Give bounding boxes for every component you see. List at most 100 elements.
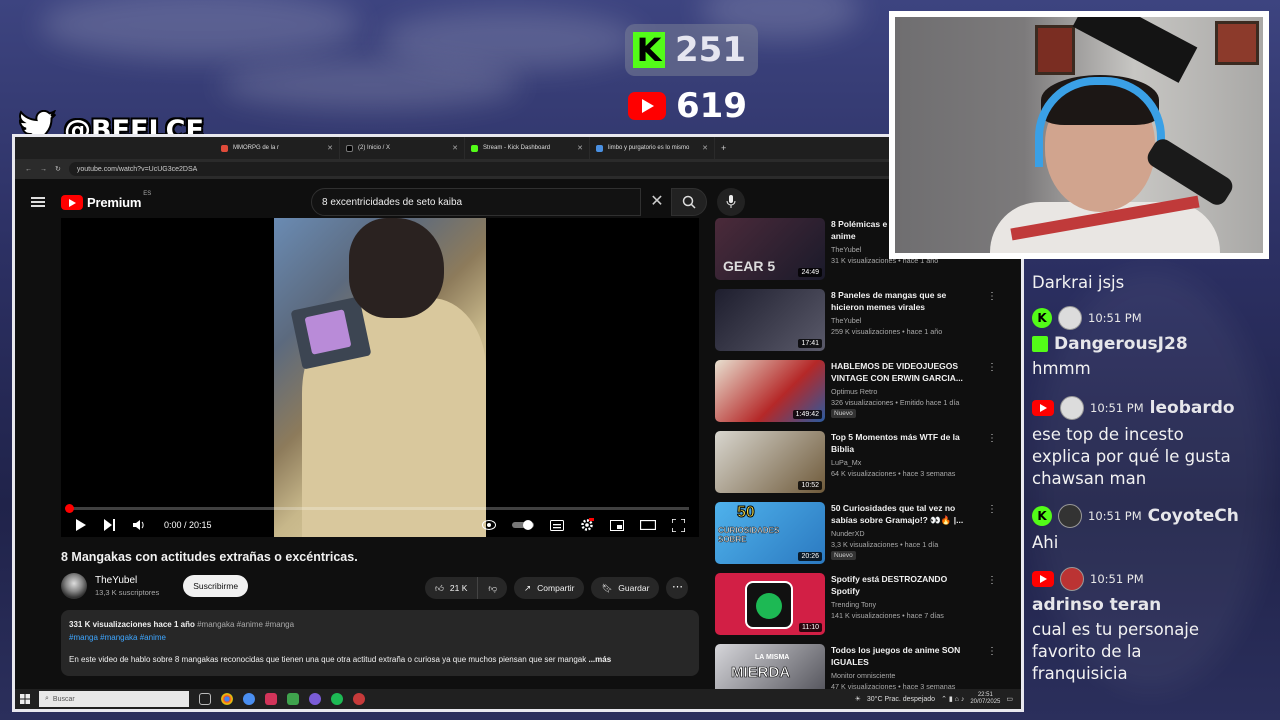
reload-icon[interactable]: ↻ <box>55 165 61 173</box>
recommended-video[interactable]: 10:52 Top 5 Momentos más WTF de la Biblia… <box>715 431 1005 499</box>
search-button[interactable] <box>671 188 707 216</box>
subtitles-icon[interactable] <box>550 519 564 531</box>
rec-channel: Monitor omnisciente <box>831 671 896 680</box>
close-tab-icon[interactable]: ✕ <box>327 144 333 152</box>
chrome-icon[interactable] <box>221 693 233 705</box>
rec-title-line2: sabías sobre Gramajo!? 👀🔥 |... <box>831 515 964 525</box>
view-count: 331 K visualizaciones <box>69 620 152 629</box>
menu-hamburger-icon[interactable] <box>31 197 45 207</box>
hashtags[interactable]: #manga #mangaka #anime <box>69 631 691 644</box>
close-tab-icon[interactable]: ✕ <box>452 144 458 152</box>
tray-icons[interactable]: ⌃ ▮ ⌂ ♪ <box>941 695 964 703</box>
play-icon[interactable] <box>75 519 86 531</box>
youtube-badge-icon <box>1032 400 1054 416</box>
video-thumbnail[interactable]: 1:49:42 <box>715 360 825 422</box>
recommended-video[interactable]: 17:41 8 Paneles de mangas que se hicieron… <box>715 289 1005 357</box>
more-options-icon[interactable]: ⋮ <box>987 433 997 444</box>
autoplay-toggle[interactable] <box>512 520 534 530</box>
recommendations-list: GEAR 5 24:49 8 Polémicas e anime TheYubel… <box>715 218 1005 709</box>
share-button[interactable]: ↗ Compartir <box>514 577 585 599</box>
browser-tab[interactable]: MMORPG de la r ✕ <box>215 137 340 159</box>
chat-text: cual es tu personaje favorito de la franqu… <box>1032 619 1199 685</box>
spotify-icon[interactable] <box>331 693 343 705</box>
close-tab-icon[interactable]: ✕ <box>702 144 708 152</box>
next-icon[interactable] <box>104 519 115 531</box>
taskbar-clock[interactable]: 22:51 20/07/2025 <box>970 692 1000 706</box>
recommended-video[interactable]: 50 CURIOSIDADES SOBRE 20:26 50 Curiosida… <box>715 502 1005 570</box>
channel-name[interactable]: TheYubel <box>95 575 159 586</box>
more-options-icon[interactable]: ⋮ <box>987 646 997 657</box>
chat-text: ese top de incesto explica por qué le gus… <box>1032 424 1235 490</box>
progress-scrubber[interactable] <box>65 504 74 513</box>
video-description[interactable]: 331 K visualizaciones hace 1 año #mangak… <box>61 610 699 676</box>
chat-text-line: explica por qué le gusta <box>1032 447 1231 466</box>
rec-title-line2: hicieron memes virales <box>831 302 926 312</box>
recommended-video[interactable]: 11:10 Spotify está DESTROZANDO Spotify Tr… <box>715 573 1005 641</box>
save-button[interactable]: 🔖︎ Guardar <box>591 577 660 599</box>
search-input[interactable]: 8 excentricidades de seto kaiba <box>311 188 641 216</box>
app-icon[interactable] <box>243 693 255 705</box>
subscribe-button[interactable]: Suscribirme <box>183 575 249 597</box>
chat-overlay: Darkrai jsjs K 10:51 PM DangerousJ28 hmmm… <box>1024 262 1280 702</box>
chat-message: K 10:51 PM DangerousJ28 hmmm <box>1032 306 1188 380</box>
windows-start-icon[interactable] <box>15 694 35 704</box>
browser-tab[interactable]: limbo y purgatorio es lo mismo ✕ <box>590 137 715 159</box>
voice-search-button[interactable] <box>717 188 745 216</box>
youtube-premium-logo[interactable]: Premium <box>87 195 141 210</box>
more-options-icon[interactable]: ⋮ <box>987 362 997 373</box>
video-title: 8 Mangakas con actitudes extrañas o excé… <box>61 550 358 564</box>
app-icon[interactable] <box>287 693 299 705</box>
browser-tab[interactable]: Stream - Kick Dashboard ✕ <box>465 137 590 159</box>
theater-mode-icon[interactable] <box>640 520 656 530</box>
rec-title-line2: Biblia <box>831 444 855 454</box>
clear-search-icon[interactable]: ✕ <box>643 188 671 216</box>
new-tab-button[interactable]: + <box>715 143 726 153</box>
fullscreen-icon[interactable] <box>672 518 685 532</box>
youtube-logo-icon[interactable] <box>61 194 83 210</box>
show-more-link[interactable]: ...más <box>588 655 611 664</box>
browser-tab[interactable]: (2) Inicio / X ✕ <box>340 137 465 159</box>
miniplayer-icon[interactable] <box>610 519 624 531</box>
rec-title: 8 Paneles de mangas que se <box>831 290 947 300</box>
video-time: 0:00 / 20:15 <box>164 520 212 530</box>
video-player[interactable]: 0:00 / 20:15 <box>61 218 699 537</box>
close-tab-icon[interactable]: ✕ <box>577 144 583 152</box>
back-arrow-icon[interactable]: ← <box>25 166 32 173</box>
more-options-icon[interactable]: ⋮ <box>987 291 997 302</box>
video-thumbnail[interactable]: 10:52 <box>715 431 825 493</box>
forward-arrow-icon[interactable]: → <box>40 166 47 173</box>
tab-favicon-icon <box>346 144 353 152</box>
kick-viewer-counter: K 251 <box>625 24 758 76</box>
like-button[interactable]: 👍︎ 21 K <box>425 577 479 599</box>
video-progress-bar[interactable] <box>69 507 689 510</box>
channel-avatar[interactable] <box>61 573 87 599</box>
eye-icon[interactable] <box>482 520 496 530</box>
tab-label: limbo y purgatorio es lo mismo <box>608 145 690 151</box>
video-thumbnail[interactable]: GEAR 5 24:49 <box>715 218 825 280</box>
rec-channel: Trending Tony <box>831 600 877 609</box>
app-icon[interactable] <box>309 693 321 705</box>
kick-viewer-count: 251 <box>675 30 746 70</box>
video-thumbnail[interactable]: 17:41 <box>715 289 825 351</box>
user-avatar <box>1060 567 1084 591</box>
youtube-viewer-count: 619 <box>676 86 747 126</box>
weather-text[interactable]: 30°C Prac. despejado <box>867 696 935 703</box>
share-arrow-icon: ↗ <box>524 582 532 593</box>
notifications-icon[interactable]: ▭ <box>1006 695 1013 703</box>
dislike-button[interactable]: 👎︎ <box>478 577 508 599</box>
hashtags-line[interactable]: #mangaka #anime #manga <box>197 620 294 629</box>
more-options-icon[interactable]: ⋮ <box>987 504 997 515</box>
app-icon[interactable] <box>265 693 277 705</box>
more-options-icon[interactable]: ⋮ <box>987 575 997 586</box>
url-field[interactable]: youtube.com/watch?v=UcUG3ce2DSA <box>68 162 1011 176</box>
app-icon[interactable] <box>353 693 365 705</box>
settings-gear-icon[interactable] <box>580 518 594 532</box>
taskbar-search[interactable]: ⌕ Buscar <box>39 691 189 707</box>
recommended-video[interactable]: 1:49:42 HABLEMOS DE VIDEOJUEGOS VINTAGE C… <box>715 360 1005 428</box>
video-thumbnail[interactable]: 11:10 <box>715 573 825 635</box>
task-view-icon[interactable] <box>199 693 211 705</box>
volume-icon[interactable] <box>133 519 146 531</box>
video-thumbnail[interactable]: 50 CURIOSIDADES SOBRE 20:26 <box>715 502 825 564</box>
more-actions-icon[interactable]: ⋯ <box>666 577 689 599</box>
rec-channel: TheYubel <box>831 316 862 325</box>
